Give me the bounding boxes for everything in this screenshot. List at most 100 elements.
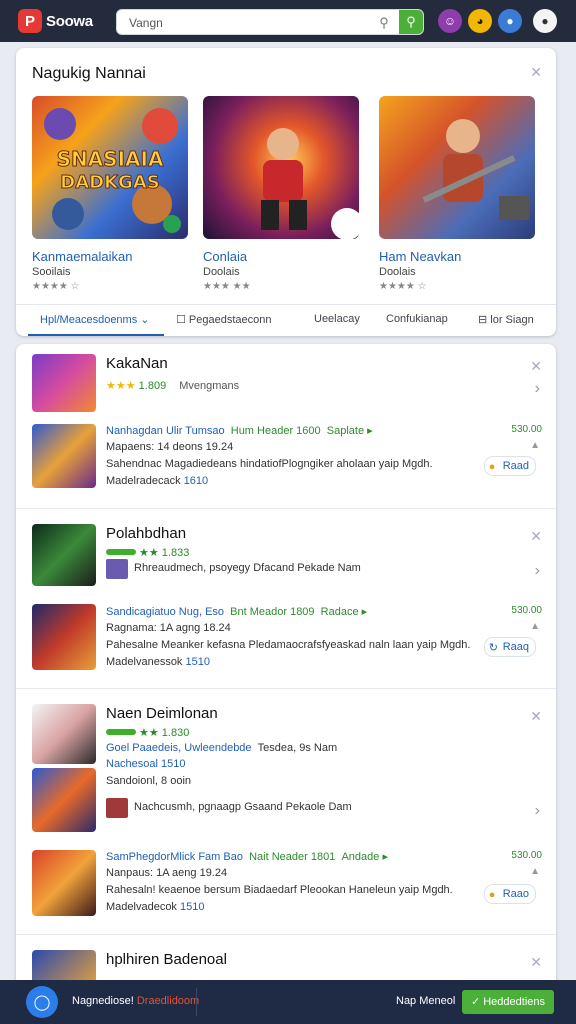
caret-up-icon[interactable]: ▲ <box>530 440 540 451</box>
game-title[interactable]: KakaNan <box>106 355 168 372</box>
game-thumbnail <box>32 768 96 832</box>
price: 530.00 <box>511 850 542 861</box>
smiley-icon[interactable]: ☺ <box>438 9 462 33</box>
game-thumbnail <box>32 604 96 670</box>
entry-meta: Sandoionl, 8 ooin <box>106 775 192 787</box>
tab-upcoming[interactable]: Ueelacay <box>314 313 360 325</box>
game-title[interactable]: Naen Deimlonan <box>106 705 218 722</box>
search-input[interactable] <box>127 13 381 33</box>
status-text: Nagnediose! Draedlidoom <box>72 995 200 1007</box>
game-thumbnail <box>32 850 96 916</box>
game-list: KakaNan ★★★ 1.809 Mvengmans ✕ › Nanhagda… <box>16 344 556 984</box>
game-title[interactable]: hplhiren Badenoal <box>106 951 227 968</box>
tab-bar: Hpl/Meacesdoenms ⌄ ☐ Pegaedstaeconn Ueel… <box>16 304 556 337</box>
read-button[interactable]: ↻ Raaq <box>483 637 536 657</box>
panel-title: Nagukig Nannai <box>32 65 146 82</box>
game-thumbnail <box>32 950 96 984</box>
entry-link[interactable]: Nachesoal 1510 <box>106 758 186 770</box>
close-icon[interactable]: ✕ <box>530 358 542 375</box>
game-thumbnail <box>32 354 96 412</box>
game-art <box>422 119 529 220</box>
game-art: SNASIAIA DADKGAS <box>44 108 181 233</box>
chevron-right-icon[interactable]: › <box>535 380 540 398</box>
avatar[interactable]: ● <box>498 9 522 33</box>
featured-panel: Nagukig Nannai ✕ SNASIAIA DADKGAS Kanmae… <box>16 48 556 336</box>
menu-label[interactable]: Nap Meneol <box>396 995 455 1007</box>
search-bar: ⚲ ⚲ <box>116 9 424 35</box>
entry-title[interactable]: Nanhagdan Ulir Tumsao Hum Header 1600 Sa… <box>106 424 373 437</box>
entry-link[interactable]: Goel Paaedeis, Uwleendebde Tesdea, 9s Na… <box>106 742 337 754</box>
featured-art-2[interactable] <box>203 96 359 239</box>
entry-meta: Madelvadecok 1510 <box>106 901 205 913</box>
featured-art-1[interactable]: SNASIAIA DADKGAS <box>32 96 188 239</box>
game-thumbnail <box>32 424 96 488</box>
user-icon: ● <box>488 461 496 473</box>
tab-categories[interactable]: ☐ Pegaedstaeconn <box>176 313 272 326</box>
entry-date: Ragnama: 1A agng 18.24 <box>106 622 231 634</box>
cat-icon[interactable]: ◕ <box>468 9 492 33</box>
art-text: SNASIAIA <box>57 147 164 171</box>
top-bar: P Soowa ⚲ ⚲ ☺ ◕ ● ● <box>0 0 576 42</box>
featured-subtitle-1: Sooilais <box>32 266 71 278</box>
list-item[interactable]: Polahbdhan ★★ 1.833 Rhreaudmech, psoyegy… <box>16 514 556 684</box>
featured-art-3[interactable] <box>379 96 535 239</box>
entry-title[interactable]: Sandicagiatuo Nug, Eso Bnt Meador 1809 R… <box>106 605 367 618</box>
entry-summary: Rhreaudmech, psoyegy Dfacand Pekade Nam <box>134 562 361 574</box>
tab-configuration[interactable]: Confukianap <box>386 313 448 325</box>
entry-description: Sahendnac Magadiedeans hindatiofPlogngik… <box>106 458 433 470</box>
close-icon[interactable]: ✕ <box>530 64 542 81</box>
caret-up-icon[interactable]: ▲ <box>530 866 540 877</box>
entry-meta: Madelradecack 1610 <box>106 475 209 487</box>
refresh-icon: ↻ <box>488 642 498 654</box>
list-item[interactable]: Naen Deimlonan ★★ 1.830 ✕ Goel Paaedeis,… <box>16 694 556 934</box>
close-icon[interactable]: ✕ <box>530 954 542 971</box>
divider <box>196 988 197 1016</box>
close-icon[interactable]: ✕ <box>530 528 542 545</box>
divider <box>16 508 556 509</box>
logo[interactable]: P Soowa <box>18 8 93 34</box>
entry-date: Nanpaus: 1A aeng 19.24 <box>106 867 228 879</box>
bottom-bar: ◯ Nagnediose! Draedlidoom Nap Meneol ✓ H… <box>0 980 576 1024</box>
list-item[interactable]: KakaNan ★★★ 1.809 Mvengmans ✕ › Nanhagda… <box>16 344 556 508</box>
price: 530.00 <box>511 605 542 616</box>
user-icon: ● <box>488 889 496 901</box>
go-icon[interactable]: ⚲ <box>399 10 423 34</box>
search-icon[interactable]: ⚲ <box>375 14 393 32</box>
read-button[interactable]: ● Raad <box>483 456 536 476</box>
rating: ★★ 1.833 <box>106 546 189 559</box>
chat-icon[interactable]: ◯ <box>26 986 58 1018</box>
featured-title-2[interactable]: Conlaia <box>203 249 247 264</box>
close-icon[interactable]: ✕ <box>530 708 542 725</box>
logo-text: Soowa <box>46 12 93 30</box>
game-title[interactable]: Polahbdhan <box>106 525 186 542</box>
tab-sign-in[interactable]: ⊟ lor Siagn <box>478 313 534 326</box>
featured-stars-2: ★★★ ★★ <box>203 281 251 292</box>
avatar <box>106 559 128 579</box>
entry-title[interactable]: SamPhegdorMlick Fam Bao Nait Neader 1801… <box>106 850 388 863</box>
entry-summary: Nachcusmh, pgnaagp Gsaand Pekaole Dam <box>134 801 352 813</box>
featured-subtitle-3: Doolais <box>379 266 416 278</box>
caret-up-icon[interactable]: ▲ <box>530 621 540 632</box>
game-thumbnail <box>32 704 96 764</box>
chevron-right-icon[interactable]: › <box>535 562 540 580</box>
featured-subtitle-2: Doolais <box>203 266 240 278</box>
entry-description: Rahesaln! keaenoe bersum Biadaedarf Pleo… <box>106 884 453 896</box>
tab-underline <box>28 334 164 336</box>
price: 530.00 <box>511 424 542 435</box>
avatar <box>106 798 128 818</box>
entry-meta: Madelvanessok 1510 <box>106 656 210 668</box>
game-thumbnail <box>32 524 96 586</box>
entry-description: Pahesalne Meanker kefasna Pledamaocrafsf… <box>106 639 471 651</box>
rating: ★★★ 1.809 Mvengmans <box>106 380 240 392</box>
confirm-button[interactable]: ✓ Heddedtiens <box>462 990 554 1014</box>
featured-title-3[interactable]: Ham Neavkan <box>379 249 461 264</box>
avatar[interactable]: ● <box>533 9 557 33</box>
list-item[interactable]: hplhiren Badenoal ✕ <box>16 940 556 984</box>
game-art <box>261 128 359 239</box>
divider <box>16 934 556 935</box>
read-button[interactable]: ● Raao <box>483 884 536 904</box>
chevron-right-icon[interactable]: › <box>535 802 540 820</box>
featured-stars-3: ★★★★ ☆ <box>379 281 427 292</box>
featured-title-1[interactable]: Kanmaemalaikan <box>32 249 132 264</box>
tab-recommended[interactable]: Hpl/Meacesdoenms ⌄ <box>40 313 149 326</box>
